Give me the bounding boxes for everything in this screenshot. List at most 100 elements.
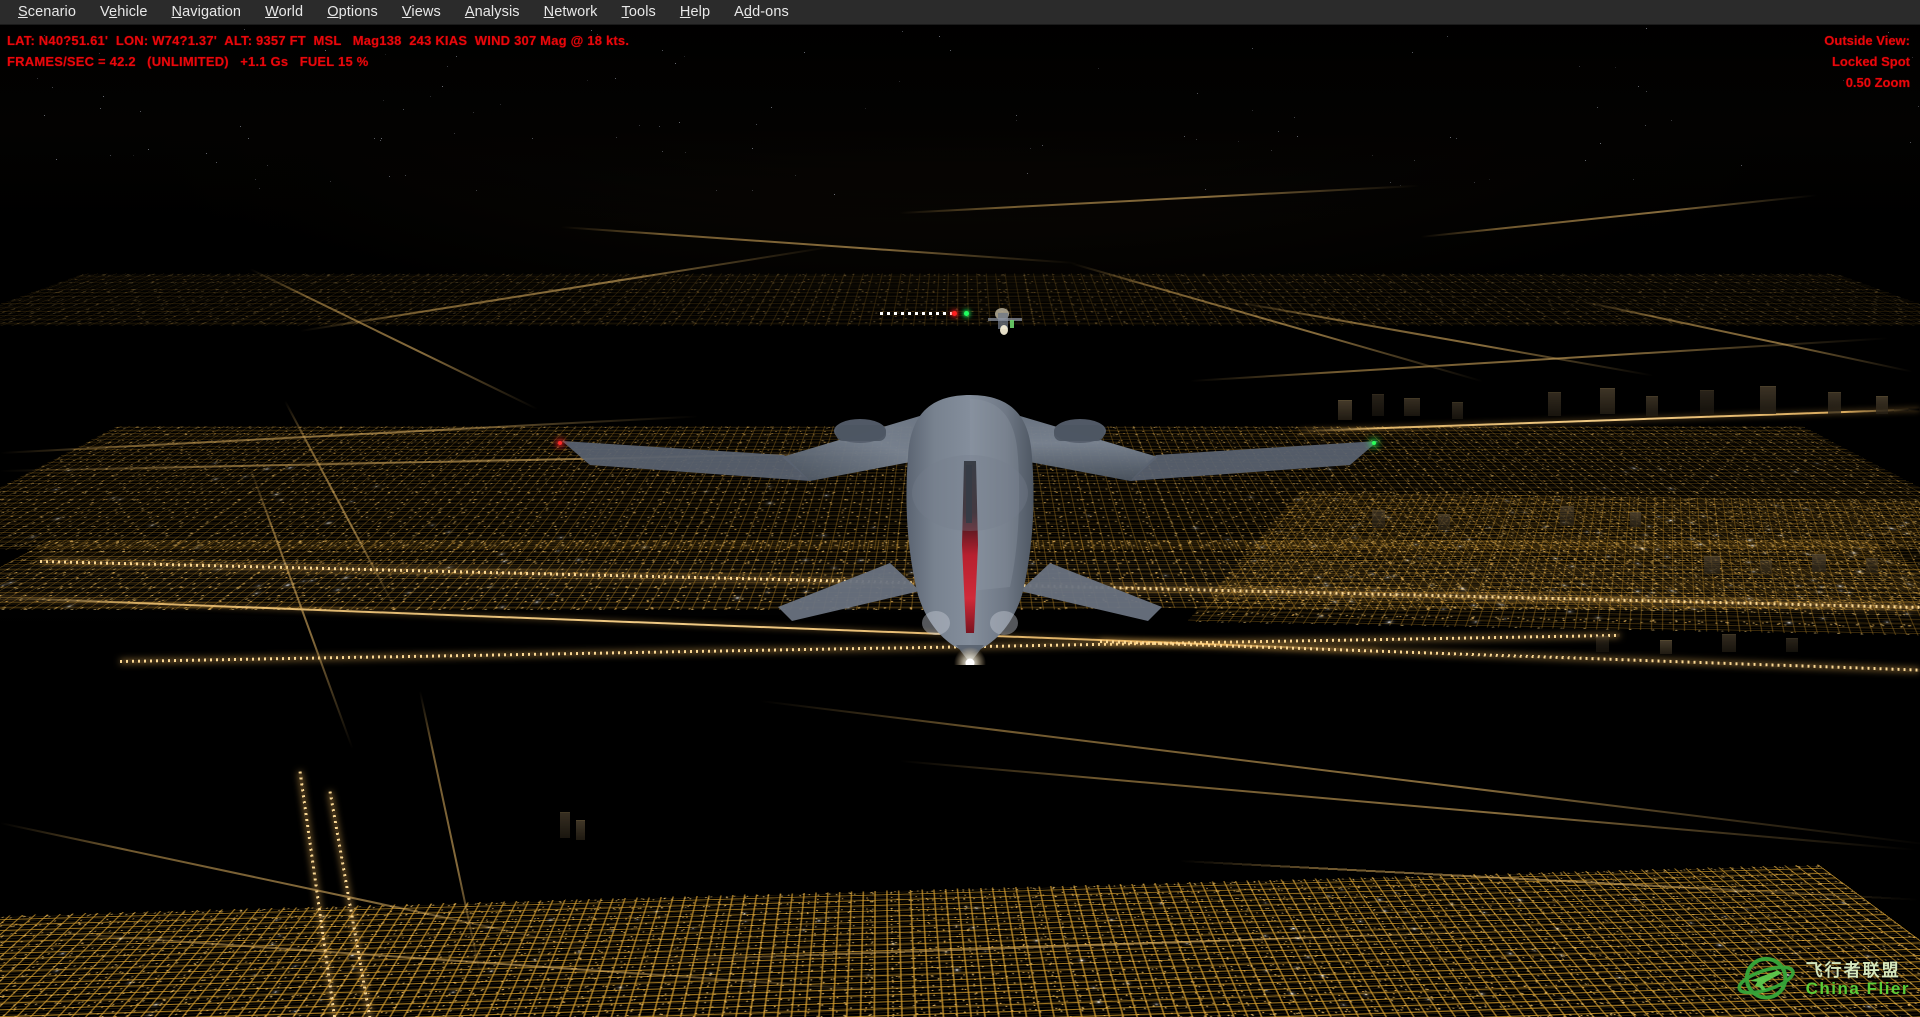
tower-block xyxy=(1600,388,1615,414)
distant-traffic-aircraft xyxy=(880,300,1080,340)
city-point-light xyxy=(1751,545,1754,546)
city-point-light xyxy=(1093,987,1095,988)
city-point-light xyxy=(30,537,34,538)
city-point-light xyxy=(1840,590,1842,591)
city-point-light xyxy=(154,1004,158,1006)
city-point-light xyxy=(1769,930,1772,931)
city-point-light xyxy=(1342,1004,1344,1005)
city-point-light xyxy=(1431,585,1433,586)
menu-accelerator: V xyxy=(402,4,412,20)
city-point-light xyxy=(655,911,658,912)
watermark-cn-text: 飞行者联盟 xyxy=(1806,962,1910,980)
menu-scenario[interactable]: Scenario xyxy=(6,0,88,25)
city-point-light xyxy=(1699,544,1702,545)
tower-block xyxy=(1660,640,1672,654)
city-point-light xyxy=(1413,928,1416,929)
city-point-light xyxy=(1750,931,1753,932)
city-point-light xyxy=(320,1000,323,1001)
city-point-light xyxy=(1645,534,1647,535)
city-point-light xyxy=(1764,552,1766,553)
city-point-light xyxy=(1264,903,1266,904)
menu-network[interactable]: Network xyxy=(532,0,610,25)
city-point-light xyxy=(1534,950,1536,951)
star xyxy=(148,149,149,150)
menu-views[interactable]: Views xyxy=(390,0,453,25)
city-point-light xyxy=(1459,546,1461,547)
city-point-light xyxy=(214,463,217,464)
menu-navigation[interactable]: Navigation xyxy=(160,0,254,25)
flight-simulator-window: ScenarioVehicleNavigationWorldOptionsVie… xyxy=(0,0,1920,1017)
menu-accelerator: N xyxy=(172,4,183,20)
city-point-light xyxy=(503,561,506,562)
city-point-light xyxy=(1618,977,1621,978)
tower-block xyxy=(576,820,585,840)
city-point-light xyxy=(1794,471,1797,472)
simulator-viewport[interactable] xyxy=(0,0,1920,1017)
city-point-light xyxy=(148,1014,151,1015)
city-point-light xyxy=(431,525,434,526)
city-point-light xyxy=(1670,520,1672,521)
city-point-light xyxy=(67,605,73,607)
city-point-light xyxy=(1561,998,1564,999)
tower-block xyxy=(1828,392,1841,414)
hud-performance-line-2: FRAMES/SEC = 42.2 (UNLIMITED) +1.1 Gs FU… xyxy=(7,54,368,69)
city-point-light xyxy=(1715,535,1717,536)
menu-accelerator: e xyxy=(109,4,117,20)
city-point-light xyxy=(611,930,613,931)
menu-world[interactable]: World xyxy=(253,0,315,25)
city-point-light xyxy=(279,935,281,936)
city-point-light xyxy=(1885,621,1887,622)
city-point-light xyxy=(288,467,292,468)
city-point-light xyxy=(1415,544,1417,545)
city-point-light xyxy=(55,518,60,519)
city-point-light xyxy=(1752,571,1755,572)
city-point-light xyxy=(119,499,122,500)
city-point-light xyxy=(279,499,282,500)
city-point-light xyxy=(1518,899,1521,900)
menu-tools[interactable]: Tools xyxy=(610,0,668,25)
city-point-light xyxy=(447,567,450,568)
star xyxy=(1412,52,1413,53)
city-point-light xyxy=(1637,591,1640,592)
city-point-light xyxy=(214,479,217,480)
city-point-light xyxy=(1544,527,1546,528)
city-point-light xyxy=(1780,535,1782,536)
city-point-light xyxy=(1290,993,1293,995)
tower-block xyxy=(1596,636,1609,652)
city-point-light xyxy=(692,928,694,929)
menu-help[interactable]: Help xyxy=(668,0,722,25)
star xyxy=(1042,145,1043,146)
menu-options[interactable]: Options xyxy=(315,0,390,25)
city-point-light xyxy=(1321,975,1324,977)
menu-addons[interactable]: Add-ons xyxy=(722,0,801,25)
star xyxy=(834,194,835,195)
city-point-light xyxy=(352,969,354,970)
city-point-light xyxy=(1378,899,1381,900)
city-point-light xyxy=(1665,609,1667,610)
city-point-light xyxy=(326,522,331,523)
city-point-light xyxy=(1483,912,1485,913)
city-point-light xyxy=(1474,569,1476,570)
menu-accelerator: W xyxy=(265,4,279,20)
star xyxy=(752,190,753,191)
city-point-light xyxy=(1607,556,1610,557)
city-point-light xyxy=(1472,605,1474,606)
city-point-light xyxy=(111,498,114,499)
city-point-light xyxy=(1633,899,1637,900)
city-point-light xyxy=(1818,592,1820,593)
city-point-light xyxy=(1386,577,1388,578)
city-point-light xyxy=(1571,566,1573,567)
menu-accelerator: A xyxy=(465,4,475,20)
hud-view-mode: Locked Spot xyxy=(1832,54,1910,69)
traffic-light-trail xyxy=(880,312,952,315)
menu-bar[interactable]: ScenarioVehicleNavigationWorldOptionsVie… xyxy=(0,0,1920,25)
nav-light-red-left xyxy=(558,441,562,445)
menu-analysis[interactable]: Analysis xyxy=(453,0,532,25)
city-point-light xyxy=(533,959,535,960)
city-point-light xyxy=(254,974,257,975)
city-point-light xyxy=(637,919,639,920)
city-point-light xyxy=(744,921,746,922)
city-point-light xyxy=(1265,970,1267,971)
menu-vehicle[interactable]: Vehicle xyxy=(88,0,159,25)
city-point-light xyxy=(294,966,296,967)
